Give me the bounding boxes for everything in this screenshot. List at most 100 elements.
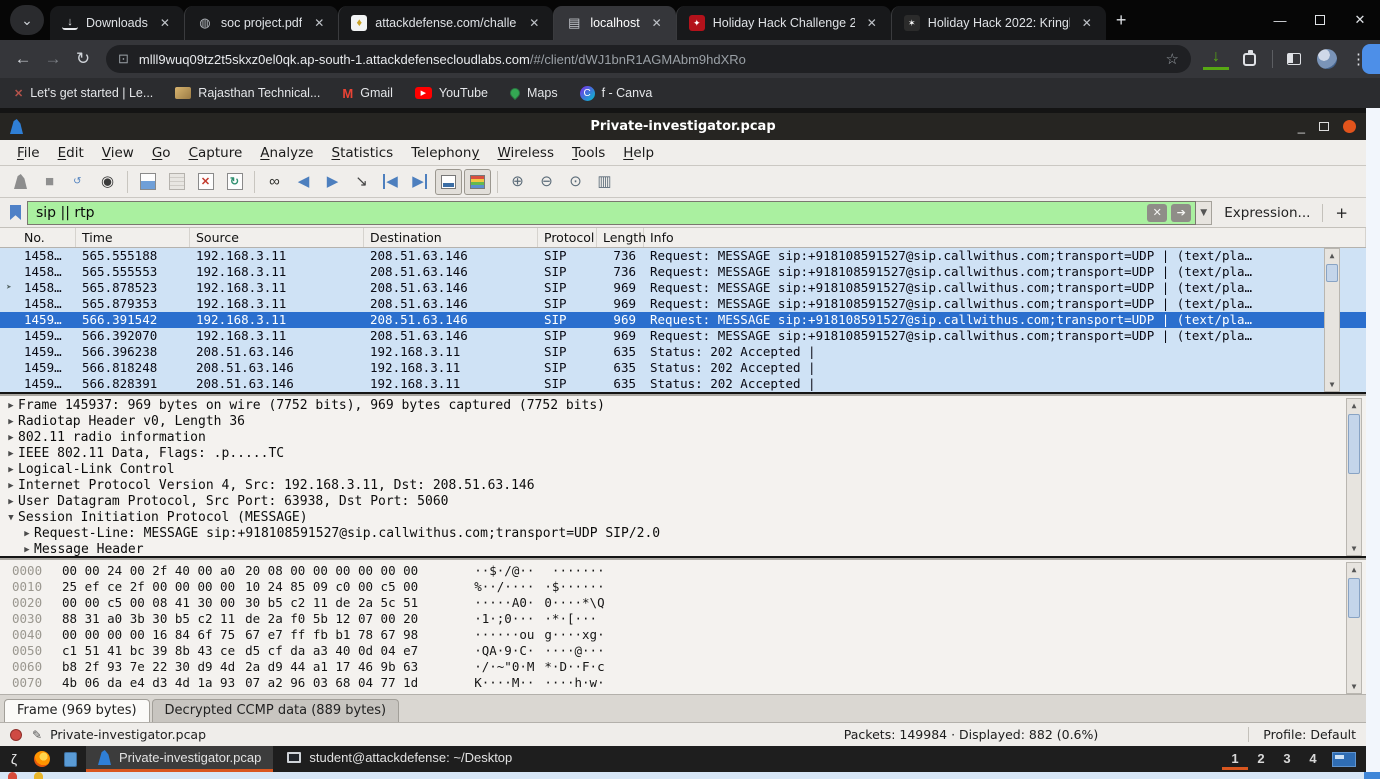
filter-apply-icon[interactable]: ➔ (1171, 204, 1191, 222)
collapsed-triangle-icon[interactable]: ▶ (20, 542, 34, 556)
protocol-tree-row[interactable]: ▶IEEE 802.11 Data, Flags: .p.....TC (0, 446, 1366, 462)
files-icon[interactable] (56, 752, 84, 767)
menu-view[interactable]: View (93, 142, 143, 164)
start-capture-icon[interactable] (7, 169, 34, 195)
restart-capture-icon[interactable] (65, 169, 92, 195)
new-tab-button[interactable]: + (1116, 10, 1127, 31)
browser-tab-downloads[interactable]: ↓Downloads✕ (50, 6, 184, 40)
bytes-scrollbar[interactable]: ▲ ▼ (1346, 562, 1362, 694)
menu-help[interactable]: Help (614, 142, 663, 164)
hex-row[interactable]: 003088 31 a0 3b 30 b5 c2 11de 2a f0 5b 1… (0, 611, 1366, 627)
auto-scroll-live-icon[interactable] (435, 169, 462, 195)
protocol-tree-row[interactable]: ▶802.11 radio information (0, 430, 1366, 446)
column-header-time[interactable]: Time (76, 228, 190, 247)
menu-file[interactable]: File (8, 142, 49, 164)
find-packet-icon[interactable]: ∞ (261, 169, 288, 195)
collapsed-triangle-icon[interactable]: ▶ (4, 414, 18, 430)
packet-row[interactable]: ➤1458…565.878523192.168.3.11208.51.63.14… (0, 280, 1366, 296)
extensions-icon[interactable] (1243, 53, 1256, 66)
menu-telephony[interactable]: Telephony (402, 142, 488, 164)
ws-minimize-button[interactable]: _ (1298, 119, 1305, 134)
window-maximize-button[interactable] (1300, 13, 1340, 28)
column-header-no[interactable]: No. (18, 228, 76, 247)
protocol-tree-row[interactable]: ▶Frame 145937: 969 bytes on wire (7752 b… (0, 398, 1366, 414)
display-filter-input[interactable]: sip || rtp ✕ ➔ (27, 201, 1196, 225)
protocol-tree-row[interactable]: ▶Radiotap Header v0, Length 36 (0, 414, 1366, 430)
colorize-packets-icon[interactable] (464, 169, 491, 195)
protocol-tree-row[interactable]: ▶Request-Line: MESSAGE sip:+918108591527… (0, 526, 1366, 542)
tab-close-icon[interactable]: ✕ (525, 15, 543, 31)
go-to-last-icon[interactable]: ▶ (406, 169, 433, 195)
bookmark-item[interactable]: ✕Let's get started | Le... (14, 86, 153, 100)
save-capture-file-icon[interactable] (163, 169, 190, 195)
packet-row[interactable]: 1458…565.879353192.168.3.11208.51.63.146… (0, 296, 1366, 312)
go-back-icon[interactable]: ◀ (290, 169, 317, 195)
details-scrollbar[interactable]: ▲ ▼ (1346, 398, 1362, 556)
bookmark-star-icon[interactable]: ☆ (1166, 50, 1179, 68)
window-minimize-button[interactable]: — (1260, 13, 1300, 28)
tab-close-icon[interactable]: ✕ (648, 15, 666, 31)
bookmark-item[interactable]: Maps (510, 86, 558, 100)
menu-edit[interactable]: Edit (49, 142, 93, 164)
browser-tab-soc-project-pdf[interactable]: ◍soc project.pdf✕ (184, 6, 338, 40)
collapsed-triangle-icon[interactable]: ▶ (4, 462, 18, 478)
workspace-3[interactable]: 3 (1274, 749, 1300, 770)
browser-tab-attackdefense-com-challen[interactable]: ♦attackdefense.com/challen✕ (338, 6, 553, 40)
tab-close-icon[interactable]: ✕ (310, 15, 328, 31)
hex-row[interactable]: 0060b8 2f 93 7e 22 30 d9 4d2a d9 44 a1 1… (0, 659, 1366, 675)
packet-list-scrollbar[interactable]: ▲ ▼ (1324, 248, 1340, 392)
reload-capture-file-icon[interactable]: ↻ (221, 169, 248, 195)
zoom-in-icon[interactable]: ⊕ (504, 169, 531, 195)
scroll-up-icon[interactable]: ▲ (1330, 249, 1335, 262)
packet-row[interactable]: 1459…566.392070192.168.3.11208.51.63.146… (0, 328, 1366, 344)
menu-statistics[interactable]: Statistics (322, 142, 402, 164)
workspace-1[interactable]: 1 (1222, 749, 1248, 770)
go-forward-icon[interactable]: ▶ (319, 169, 346, 195)
filter-bookmark-icon[interactable] (10, 205, 21, 220)
collapsed-triangle-icon[interactable]: ▶ (4, 494, 18, 510)
window-close-button[interactable]: ✕ (1340, 12, 1380, 28)
column-header-source[interactable]: Source (190, 228, 364, 247)
scrollbar-corner[interactable] (1364, 772, 1380, 779)
workspace-2[interactable]: 2 (1248, 749, 1274, 770)
site-settings-icon[interactable]: ⊡ (118, 51, 129, 67)
scroll-up-icon[interactable]: ▲ (1352, 399, 1357, 412)
protocol-tree-row[interactable]: ▶Message Header (0, 542, 1366, 556)
browser-tab-localhost[interactable]: ▤localhost✕ (553, 6, 675, 40)
download-extension-icon[interactable]: ↓ (1203, 48, 1229, 70)
back-icon[interactable]: ← (8, 49, 38, 69)
filter-add-button[interactable]: + (1322, 204, 1360, 222)
scrollbar-thumb[interactable] (1348, 414, 1360, 474)
packet-row[interactable]: 1459…566.828391208.51.63.146192.168.3.11… (0, 376, 1366, 392)
column-header-info[interactable]: Info (644, 228, 1366, 247)
browser-tab-holiday-hack-2022-kringl[interactable]: ✶Holiday Hack 2022: Kringl✕ (891, 6, 1106, 40)
zoom-normal-icon[interactable]: ⊙ (562, 169, 589, 195)
expert-info-icon[interactable] (10, 729, 22, 741)
address-bar[interactable]: ⊡ mlll9wuq09tz2t5skxz0el0qk.ap-south-1.a… (106, 45, 1191, 73)
ws-maximize-button[interactable] (1319, 122, 1329, 131)
scroll-down-icon[interactable]: ▼ (1330, 378, 1335, 391)
column-header-destination[interactable]: Destination (364, 228, 538, 247)
packet-row[interactable]: 1459…566.391542192.168.3.11208.51.63.146… (0, 312, 1366, 328)
scroll-down-icon[interactable]: ▼ (1352, 680, 1357, 693)
protocol-tree-row[interactable]: ▶User Datagram Protocol, Src Port: 63938… (0, 494, 1366, 510)
tab-close-icon[interactable]: ✕ (863, 15, 881, 31)
scroll-down-icon[interactable]: ▼ (1352, 542, 1357, 555)
reload-icon[interactable]: ↻ (68, 49, 98, 69)
profile-avatar[interactable] (1317, 49, 1337, 69)
hex-row[interactable]: 004000 00 00 00 16 84 6f 7567 e7 ff fb b… (0, 627, 1366, 643)
column-header-length[interactable]: Length (597, 228, 644, 247)
byte-tab-decrypted[interactable]: Decrypted CCMP data (889 bytes) (152, 699, 400, 722)
collapsed-triangle-icon[interactable]: ▶ (20, 526, 34, 542)
app-menu-icon[interactable]: ζ (0, 751, 28, 767)
menu-wireless[interactable]: Wireless (488, 142, 563, 164)
open-capture-file-icon[interactable] (134, 169, 161, 195)
collapsed-triangle-icon[interactable]: ▶ (4, 430, 18, 446)
filter-history-dropdown-icon[interactable]: ▼ (1196, 201, 1212, 225)
close-capture-file-icon[interactable]: ✕ (192, 169, 219, 195)
side-panel-icon[interactable] (1287, 53, 1301, 65)
menu-tools[interactable]: Tools (563, 142, 614, 164)
capture-options-icon[interactable]: ◉ (94, 169, 121, 195)
firefox-icon[interactable] (28, 751, 56, 767)
page-vertical-scrollbar[interactable] (1366, 108, 1380, 772)
